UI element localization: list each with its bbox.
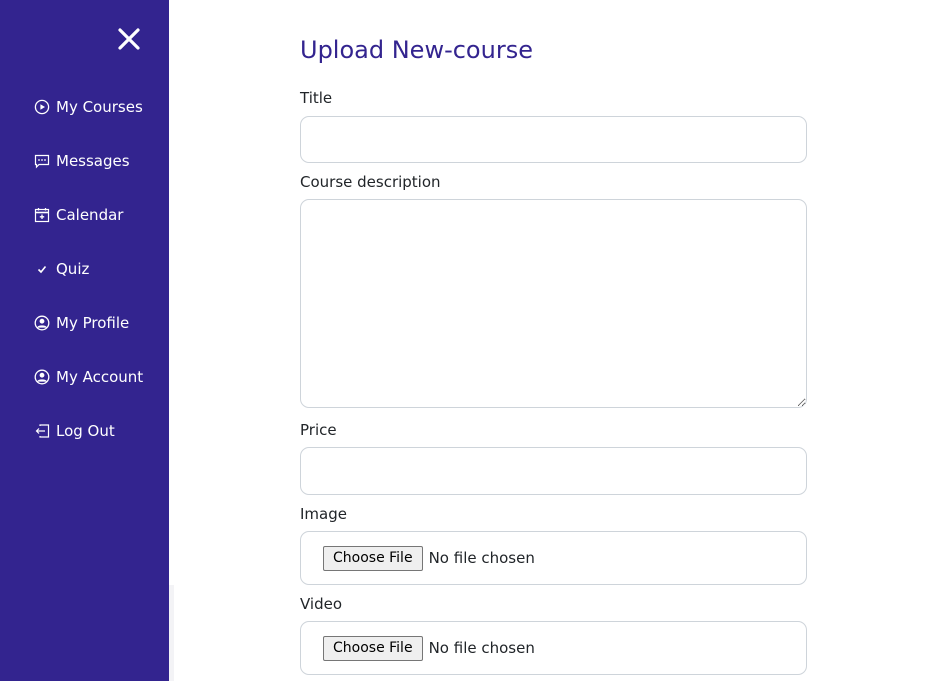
sidebar-item-calendar[interactable]: Calendar <box>34 204 123 226</box>
title-label: Title <box>300 89 333 107</box>
sidebar-item-label: Calendar <box>56 206 124 224</box>
page-title: Upload New-course <box>300 36 533 64</box>
price-label: Price <box>300 421 337 439</box>
check-icon <box>34 261 50 277</box>
video-file-status: No file chosen <box>428 639 535 657</box>
sidebar-edge <box>169 585 174 681</box>
sidebar: My Courses Messages Calendar Quiz My Pro… <box>0 0 169 681</box>
image-file-status: No file chosen <box>428 549 535 567</box>
close-icon[interactable] <box>113 23 145 55</box>
sidebar-item-quiz[interactable]: Quiz <box>34 258 89 280</box>
sidebar-item-my-profile[interactable]: My Profile <box>34 312 129 334</box>
image-choose-file-button[interactable]: Choose File <box>323 545 423 571</box>
calendar-plus-icon <box>34 207 50 223</box>
sidebar-item-label: My Account <box>56 368 144 386</box>
sidebar-item-label: Quiz <box>56 260 90 278</box>
image-label: Image <box>300 505 347 523</box>
video-label: Video <box>300 595 343 613</box>
sidebar-item-log-out[interactable]: Log Out <box>34 420 115 442</box>
description-label: Course description <box>300 173 441 191</box>
sidebar-item-label: My Profile <box>56 314 130 332</box>
price-input[interactable] <box>300 447 807 495</box>
video-file-input[interactable]: Choose File No file chosen <box>300 621 807 675</box>
person-circle-icon <box>34 315 50 331</box>
sidebar-item-messages[interactable]: Messages <box>34 150 130 172</box>
close-sidebar-button[interactable] <box>113 23 145 55</box>
sidebar-item-label: Messages <box>56 152 130 170</box>
sidebar-item-label: My Courses <box>56 98 143 116</box>
person-circle-icon <box>34 369 50 385</box>
play-circle-icon <box>34 99 50 115</box>
sidebar-item-my-courses[interactable]: My Courses <box>34 96 143 118</box>
video-choose-file-button[interactable]: Choose File <box>323 635 423 661</box>
title-input[interactable] <box>300 116 807 163</box>
box-arrow-left-icon <box>34 423 50 439</box>
sidebar-item-label: Log Out <box>56 422 115 440</box>
image-file-input[interactable]: Choose File No file chosen <box>300 531 807 585</box>
sidebar-item-my-account[interactable]: My Account <box>34 366 143 388</box>
chat-dots-icon <box>34 153 50 169</box>
description-textarea[interactable] <box>300 199 807 408</box>
